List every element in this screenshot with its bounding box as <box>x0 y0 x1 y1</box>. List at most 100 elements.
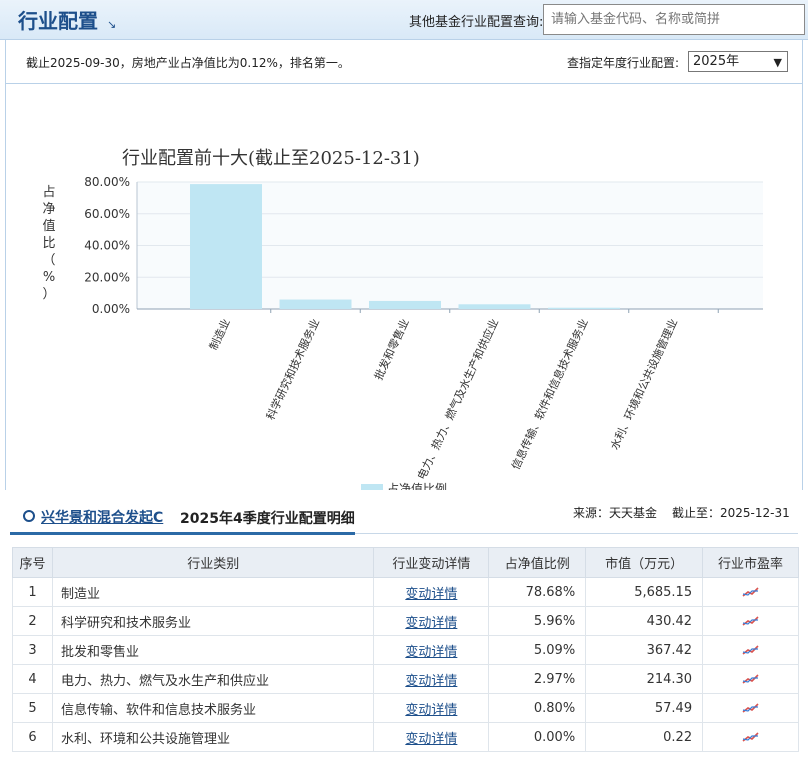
pe-cell <box>702 693 799 723</box>
y-tick-label: 80.00% <box>84 175 130 189</box>
rank-note: 截止2025-09-30，房地产业占净值比为0.12%，排名第一。 <box>26 56 350 70</box>
industry-detail-table: 序号 行业类别 行业变动详情 占净值比例 市值（万元） 行业市盈率 1 制造业变动… <box>12 547 799 752</box>
trend-chart-icon[interactable] <box>742 731 760 743</box>
change-detail-cell: 变动详情 <box>373 606 490 636</box>
trend-chart-icon[interactable] <box>742 673 760 685</box>
industry-name: 批发和零售业 <box>51 635 375 665</box>
net-value-pct: 5.96% <box>488 606 587 636</box>
industry-bar-chart: 行业配置前十大(截止至2025-12-31) 0.00% 20.00% 40.00% 6… <box>42 148 763 490</box>
x-tick-label: 制造业 <box>206 316 233 352</box>
net-value-pct: 0.00% <box>488 722 587 752</box>
market-value: 0.22 <box>585 722 704 752</box>
pe-cell <box>702 722 799 752</box>
col-header: 行业变动详情 <box>373 547 490 578</box>
bar-4 <box>548 307 620 309</box>
change-detail-link[interactable]: 变动详情 <box>405 732 457 747</box>
page-title: 行业配置 <box>18 9 98 33</box>
net-value-pct: 5.09% <box>488 635 587 665</box>
trend-chart-icon[interactable] <box>742 586 760 598</box>
col-header: 市值（万元） <box>585 547 704 578</box>
pe-cell <box>702 664 799 694</box>
fund-search-input[interactable] <box>543 4 805 35</box>
row-number: 1 <box>12 577 53 607</box>
industry-name: 电力、热力、燃气及水生产和供应业 <box>51 664 375 694</box>
detail-title: 2025年4季度行业配置明细 <box>180 511 355 527</box>
change-detail-cell: 变动详情 <box>373 635 490 665</box>
change-detail-cell: 变动详情 <box>373 664 490 694</box>
col-header: 序号 <box>12 547 53 578</box>
year-select-label: 查指定年度行业配置: <box>567 56 680 70</box>
change-detail-link[interactable]: 变动详情 <box>405 703 457 718</box>
circle-bullet-icon <box>23 510 35 522</box>
row-number: 4 <box>12 664 53 694</box>
market-value: 57.49 <box>585 693 704 723</box>
industry-name: 水利、环境和公共设施管理业 <box>51 722 375 752</box>
x-tick-label: 电力、热力、燃气及水生产和供应业 <box>414 316 501 481</box>
net-value-pct: 2.97% <box>488 664 587 694</box>
change-detail-link[interactable]: 变动详情 <box>405 587 457 602</box>
year-select[interactable]: 2025年 ▼ <box>688 51 788 72</box>
table-row: 4 电力、热力、燃气及水生产和供应业 变动详情 2.97% 214.30 <box>12 664 799 694</box>
change-detail-cell: 变动详情 <box>373 722 490 752</box>
year-select-value: 2025年 <box>693 54 740 69</box>
y-axis-label-char: 净 <box>42 202 55 217</box>
change-detail-link[interactable]: 变动详情 <box>405 674 457 689</box>
source-text: 来源：天天基金 <box>573 506 658 520</box>
legend-label: 占净值比例 <box>387 481 447 490</box>
table-row: 5 信息传输、软件和信息技术服务业 变动详情 0.80% 57.49 <box>12 693 799 723</box>
industry-name: 制造业 <box>51 577 375 607</box>
x-tick-label: 水利、环境和公共设施管理业 <box>607 316 680 452</box>
change-detail-cell: 变动详情 <box>373 693 490 723</box>
col-header: 占净值比例 <box>488 547 587 578</box>
pe-cell <box>702 635 799 665</box>
title-underline <box>10 532 355 535</box>
pe-cell <box>702 577 799 607</box>
y-axis-label-char: 值 <box>42 218 55 234</box>
row-number: 3 <box>12 635 53 665</box>
y-axis-label-char: （ <box>42 253 55 268</box>
col-header: 行业市盈率 <box>702 547 799 578</box>
change-detail-cell: 变动详情 <box>373 577 490 607</box>
table-header-row: 序号 行业类别 行业变动详情 占净值比例 市值（万元） 行业市盈率 <box>12 547 799 578</box>
fund-name-link[interactable]: 兴华景和混合发起C <box>41 507 163 527</box>
industry-panel: 截止2025-09-30，房地产业占净值比为0.12%，排名第一。 查指定年度行… <box>5 40 803 490</box>
net-value-pct: 0.80% <box>488 693 587 723</box>
trend-chart-icon[interactable] <box>742 644 760 656</box>
chevron-down-icon: ▼ <box>773 56 782 69</box>
y-tick-label: 0.00% <box>92 302 130 316</box>
table-row: 3 批发和零售业 变动详情 5.09% 367.42 <box>12 635 799 665</box>
trend-chart-icon[interactable] <box>742 615 760 627</box>
row-number: 6 <box>12 722 53 752</box>
table-row: 2 科学研究和技术服务业 变动详情 5.96% 430.42 <box>12 606 799 636</box>
chart-area: 行业配置前十大(截止至2025-12-31) 0.00% 20.00% 40.00% 6… <box>6 84 802 490</box>
x-tick-label: 科学研究和技术服务业 <box>263 316 322 422</box>
info-bar: 截止2025-09-30，房地产业占净值比为0.12%，排名第一。 查指定年度行… <box>6 40 802 84</box>
x-tick-label: 信息传输、软件和信息技术服务业 <box>508 316 590 471</box>
y-axis-label-char: 占 <box>42 185 55 200</box>
market-value: 430.42 <box>585 606 704 636</box>
y-tick-label: 20.00% <box>84 270 130 284</box>
table-row: 6 水利、环境和公共设施管理业 变动详情 0.00% 0.22 <box>12 722 799 752</box>
y-tick-label: 60.00% <box>84 207 130 221</box>
detail-header: 兴华景和混合发起C 2025年4季度行业配置明细 来源：天天基金 截止至：202… <box>10 490 798 535</box>
y-axis-label-char: ） <box>42 287 55 302</box>
col-header: 行业类别 <box>51 547 375 578</box>
bar-1 <box>279 299 352 309</box>
change-detail-link[interactable]: 变动详情 <box>405 645 457 660</box>
market-value: 214.30 <box>585 664 704 694</box>
as-of-date: 截止至：2025-12-31 <box>672 506 790 520</box>
pe-cell <box>702 606 799 636</box>
y-axis-label-char: % <box>43 270 55 285</box>
change-detail-link[interactable]: 变动详情 <box>405 616 457 631</box>
expand-arrow-icon[interactable]: ↘ <box>107 18 116 31</box>
header-bar: 行业配置 ↘ 其他基金行业配置查询: <box>0 0 808 40</box>
row-number: 2 <box>12 606 53 636</box>
chart-title: 行业配置前十大(截止至2025-12-31) <box>122 148 420 169</box>
industry-name: 科学研究和技术服务业 <box>51 606 375 636</box>
trend-chart-icon[interactable] <box>742 702 760 714</box>
table-row: 1 制造业 变动详情 78.68% 5,685.15 <box>12 577 799 607</box>
query-label: 其他基金行业配置查询: <box>409 15 544 30</box>
row-number: 5 <box>12 693 53 723</box>
detail-section: 兴华景和混合发起C 2025年4季度行业配置明细 来源：天天基金 截止至：202… <box>0 490 808 760</box>
bar-0 <box>190 184 262 309</box>
